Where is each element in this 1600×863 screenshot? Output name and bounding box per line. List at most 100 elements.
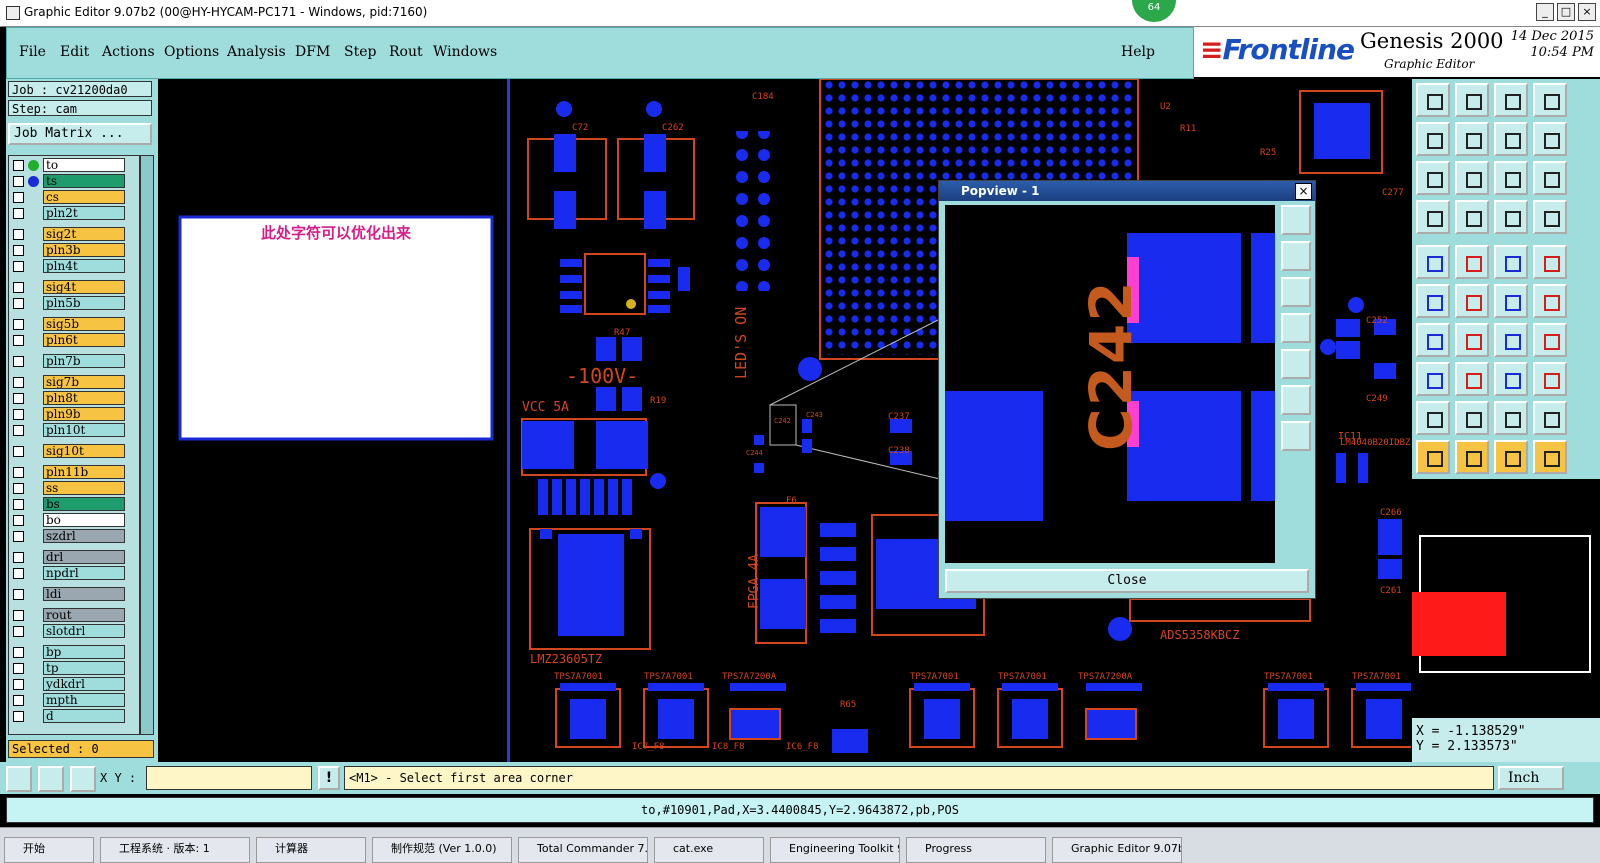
menu-step[interactable]: Step: [344, 44, 376, 60]
graph-icon[interactable]: [1455, 245, 1489, 279]
fit-icon[interactable]: [1416, 161, 1450, 195]
help-icon[interactable]: [1533, 161, 1567, 195]
menu-rout[interactable]: Rout: [389, 44, 423, 60]
layer-row[interactable]: pln9b: [9, 407, 139, 422]
popview-pan-left-icon[interactable]: [1281, 313, 1311, 343]
layer-checkbox[interactable]: [13, 552, 24, 563]
layer-checkbox[interactable]: [13, 711, 24, 722]
job-matrix-button[interactable]: Job Matrix ...: [8, 123, 152, 145]
maximize-button[interactable]: □: [1557, 3, 1575, 21]
layer-row[interactable]: drl: [9, 550, 139, 565]
layer-checkbox[interactable]: [13, 356, 24, 367]
net-icon[interactable]: [1416, 284, 1450, 318]
layer-row[interactable]: bo: [9, 513, 139, 528]
layer-checkbox[interactable]: [13, 499, 24, 510]
layer-name[interactable]: tp: [43, 661, 125, 675]
layer-checkbox[interactable]: [13, 229, 24, 240]
layer-row[interactable]: sig7b: [9, 375, 139, 390]
layer-row[interactable]: sig5b: [9, 317, 139, 332]
layer-checkbox[interactable]: [13, 626, 24, 637]
home-icon[interactable]: [1494, 83, 1528, 117]
layer-name[interactable]: sig2t: [43, 227, 125, 241]
popview-fit-icon[interactable]: [1281, 205, 1311, 235]
measure-icon[interactable]: [1416, 200, 1450, 234]
layer-checkbox[interactable]: [13, 425, 24, 436]
minimize-button[interactable]: _: [1536, 3, 1554, 21]
record-icon[interactable]: [1416, 245, 1450, 279]
layer-checkbox[interactable]: [13, 589, 24, 600]
snap-icon[interactable]: [1533, 200, 1567, 234]
layer-name[interactable]: bp: [43, 645, 125, 659]
triangle-icon[interactable]: [1416, 401, 1450, 435]
layer-checkbox[interactable]: [13, 409, 24, 420]
layer-row[interactable]: mpth: [9, 693, 139, 708]
layer-row[interactable]: pln4t: [9, 259, 139, 274]
layer-row[interactable]: npdrl: [9, 566, 139, 581]
popview-zoom-in-icon[interactable]: [1281, 241, 1311, 271]
layer-name[interactable]: slotdrl: [43, 624, 125, 638]
layer-name[interactable]: pln6t: [43, 333, 125, 347]
layer-checkbox[interactable]: [13, 245, 24, 256]
layer-checkbox[interactable]: [13, 261, 24, 272]
split-f-icon[interactable]: [1533, 323, 1567, 357]
left-icon[interactable]: [1416, 122, 1450, 156]
layer-name[interactable]: bs: [43, 497, 125, 511]
layer-name[interactable]: to: [43, 158, 125, 172]
layer-row[interactable]: pln2t: [9, 206, 139, 221]
menu-analysis[interactable]: Analysis: [227, 44, 286, 60]
layer-checkbox[interactable]: [13, 467, 24, 478]
line-icon[interactable]: [1455, 323, 1489, 357]
layer-row[interactable]: bp: [9, 645, 139, 660]
link-icon[interactable]: [1494, 284, 1528, 318]
angle-icon[interactable]: [1416, 323, 1450, 357]
popview-close-button[interactable]: Close: [945, 569, 1309, 593]
layer-checkbox[interactable]: [13, 208, 24, 219]
layer-name[interactable]: sig5b: [43, 317, 125, 331]
layer-row[interactable]: bs: [9, 497, 139, 512]
pointer-bold-icon[interactable]: [1494, 440, 1528, 474]
layer-name[interactable]: rout: [43, 608, 125, 622]
layer-name[interactable]: pln2t: [43, 206, 125, 220]
arrow-link-icon[interactable]: [1533, 284, 1567, 318]
layer-name[interactable]: drl: [43, 550, 125, 564]
layer-row[interactable]: d: [9, 709, 139, 724]
menu-file[interactable]: File: [19, 44, 46, 60]
filter-icon[interactable]: [1494, 200, 1528, 234]
layer-checkbox[interactable]: [13, 663, 24, 674]
warning-icon[interactable]: [1455, 401, 1489, 435]
layer-row[interactable]: pln10t: [9, 423, 139, 438]
layer-row[interactable]: pln6t: [9, 333, 139, 348]
layer-name[interactable]: ts: [43, 174, 125, 188]
layer-name[interactable]: ydkdrl: [43, 677, 125, 691]
popview-canvas[interactable]: C242: [945, 205, 1275, 563]
layer-row[interactable]: ts: [9, 174, 139, 189]
layer-row[interactable]: szdrl: [9, 529, 139, 544]
layer-row[interactable]: pln3b: [9, 243, 139, 258]
layer-checkbox[interactable]: [13, 568, 24, 579]
layer-checkbox[interactable]: [13, 393, 24, 404]
layer-row[interactable]: tp: [9, 661, 139, 676]
popview-close-icon[interactable]: ×: [1295, 183, 1312, 200]
move-icon[interactable]: [1494, 362, 1528, 396]
center-icon[interactable]: [1455, 161, 1489, 195]
layer-name[interactable]: szdrl: [43, 529, 125, 543]
layer-checkbox[interactable]: [13, 319, 24, 330]
layer-row[interactable]: pln11b: [9, 465, 139, 480]
undo-arc-icon[interactable]: [1494, 323, 1528, 357]
layer-name[interactable]: pln9b: [43, 407, 125, 421]
taskbar-item[interactable]: Progress: [906, 837, 1046, 863]
layer-row[interactable]: ss: [9, 481, 139, 496]
taskbar-item[interactable]: 工程系统 · 版本: 1: [100, 837, 250, 863]
shape-icon[interactable]: [1533, 362, 1567, 396]
layer-row[interactable]: sig4t: [9, 280, 139, 295]
taskbar-item[interactable]: 制作规范 (Ver 1.0.0): [372, 837, 512, 863]
layer-row[interactable]: slotdrl: [9, 624, 139, 639]
layer-name[interactable]: pln8t: [43, 391, 125, 405]
layer-row[interactable]: pln5b: [9, 296, 139, 311]
taskbar-item[interactable]: cat.exe: [654, 837, 764, 863]
prev-icon[interactable]: [1455, 83, 1489, 117]
pointer-icon[interactable]: [1416, 440, 1450, 474]
ruler-icon[interactable]: [1494, 245, 1528, 279]
split-icon[interactable]: [1494, 122, 1528, 156]
layer-row[interactable]: pln8t: [9, 391, 139, 406]
